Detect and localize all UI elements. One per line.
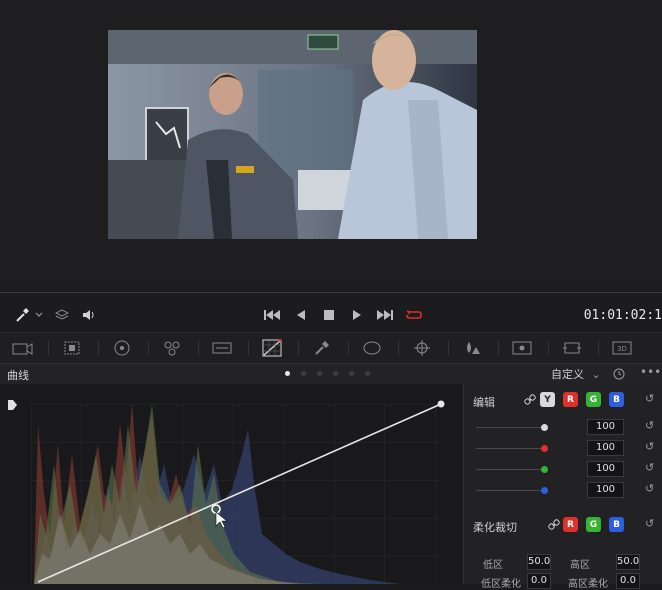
toolbar-divider (198, 340, 199, 356)
reset-icon[interactable]: ↺ (645, 419, 654, 432)
toolbar-divider (498, 340, 499, 356)
low-soft-label: 低区柔化 (481, 579, 521, 590)
page-dot[interactable] (301, 371, 306, 376)
toolbar-divider (448, 340, 449, 356)
page-dot[interactable] (349, 371, 354, 376)
channel-g-button[interactable]: G (586, 392, 601, 407)
slider-handle[interactable] (541, 466, 548, 473)
toolbar-divider (548, 340, 549, 356)
video-frame-image (108, 30, 477, 239)
link-icon[interactable] (524, 394, 536, 409)
link-icon[interactable] (548, 519, 560, 534)
timeline-scrubber[interactable] (0, 292, 662, 293)
slider-track[interactable] (476, 469, 544, 470)
reset-icon[interactable]: ↺ (645, 461, 654, 474)
key-icon[interactable] (510, 337, 534, 359)
play-button[interactable] (349, 305, 365, 325)
high-label: 高区 (570, 560, 590, 571)
timecode-display: 01:01:02:1 (583, 308, 662, 323)
soft-clip-r-button[interactable]: R (563, 517, 578, 532)
eyedropper-icon (16, 308, 43, 322)
soft-clip-b-button[interactable]: B (609, 517, 624, 532)
intensity-value[interactable]: 100 (587, 419, 624, 435)
more-options-icon[interactable]: ••• (640, 365, 661, 379)
video-viewer (0, 0, 662, 282)
toolbar-divider (48, 340, 49, 356)
skip-to-start-button[interactable] (262, 305, 282, 325)
audio-icon[interactable] (80, 305, 98, 325)
soft-clip-g-button[interactable]: G (586, 517, 601, 532)
curves-graph[interactable] (0, 384, 462, 584)
toolbar-divider (148, 340, 149, 356)
curves-icon[interactable] (260, 337, 284, 359)
color-tools-toolbar: 3D (0, 332, 662, 363)
camera-raw-icon[interactable] (10, 337, 34, 359)
play-reverse-button[interactable] (293, 305, 309, 325)
tracker-icon[interactable] (410, 337, 434, 359)
sizing-icon[interactable] (560, 337, 584, 359)
channel-b-button[interactable]: B (609, 392, 624, 407)
intensity-value[interactable]: 100 (587, 461, 624, 477)
curve-toggle-icon[interactable] (6, 399, 18, 411)
slider-handle[interactable] (541, 487, 548, 494)
skip-to-end-button[interactable] (375, 305, 395, 325)
slider-handle[interactable] (541, 424, 548, 431)
curve-mode-label: 自定义 (551, 368, 584, 381)
transport-bar: 01:01:02:1 (0, 300, 662, 330)
high-value[interactable]: 50.0 (616, 554, 640, 570)
high-soft-value[interactable]: 0.0 (616, 573, 640, 589)
toolbar-divider (348, 340, 349, 356)
reset-icon[interactable]: ↺ (645, 392, 654, 405)
low-soft-value[interactable]: 0.0 (527, 573, 551, 589)
channel-y-button[interactable]: Y (540, 392, 555, 407)
toolbar-divider (298, 340, 299, 356)
color-wheels-icon[interactable] (110, 337, 134, 359)
power-window-icon[interactable] (360, 337, 384, 359)
blur-icon[interactable] (460, 337, 484, 359)
edit-section-title: 编辑 (473, 396, 495, 409)
channel-r-button[interactable]: R (563, 392, 578, 407)
toolbar-divider (598, 340, 599, 356)
curve-mode-dropdown[interactable]: 自定义 ⌄ (551, 366, 601, 382)
reset-icon[interactable]: ↺ (645, 482, 654, 495)
3d-icon[interactable]: 3D (610, 337, 634, 359)
intensity-value[interactable]: 100 (587, 440, 624, 456)
slider-track[interactable] (476, 490, 544, 491)
layers-icon[interactable] (54, 305, 70, 325)
soft-clip-title: 柔化裁切 (473, 521, 517, 534)
hdr-icon[interactable] (210, 337, 234, 359)
stop-button[interactable] (321, 305, 337, 325)
eyedropper-dropdown[interactable] (14, 305, 48, 325)
chevron-down-icon: ⌄ (591, 368, 601, 381)
toolbar-divider (98, 340, 99, 356)
curves-panel-header: 曲线 自定义 ⌄ ••• (0, 363, 662, 384)
slider-track[interactable] (476, 448, 544, 449)
curve-canvas (31, 400, 445, 584)
page-dot-active[interactable] (285, 371, 290, 376)
low-label: 低区 (483, 560, 503, 571)
toolbar-divider (248, 340, 249, 356)
slider-track[interactable] (476, 427, 544, 428)
curve-edit-panel: 编辑 Y R G B ↺ 100 ↺ 100 ↺ 100 ↺ 100 ↺ 柔化裁… (463, 384, 662, 590)
intensity-value[interactable]: 100 (587, 482, 624, 498)
svg-text:3D: 3D (617, 345, 627, 353)
page-dot[interactable] (317, 371, 322, 376)
panel-title: 曲线 (7, 369, 29, 382)
low-value[interactable]: 50.0 (527, 554, 551, 570)
high-soft-label: 高区柔化 (568, 579, 608, 590)
color-match-icon[interactable] (60, 337, 84, 359)
reset-icon[interactable]: ↺ (645, 517, 654, 530)
slider-handle[interactable] (541, 445, 548, 452)
page-dot[interactable] (333, 371, 338, 376)
page-dot[interactable] (365, 371, 370, 376)
qualifier-eyedropper-icon[interactable] (310, 337, 334, 359)
loop-button[interactable] (404, 305, 424, 325)
video-frame[interactable] (108, 30, 477, 239)
primaries-bars-icon[interactable] (160, 337, 184, 359)
toolbar-divider (398, 340, 399, 356)
reset-history-icon[interactable] (612, 367, 626, 384)
reset-icon[interactable]: ↺ (645, 440, 654, 453)
